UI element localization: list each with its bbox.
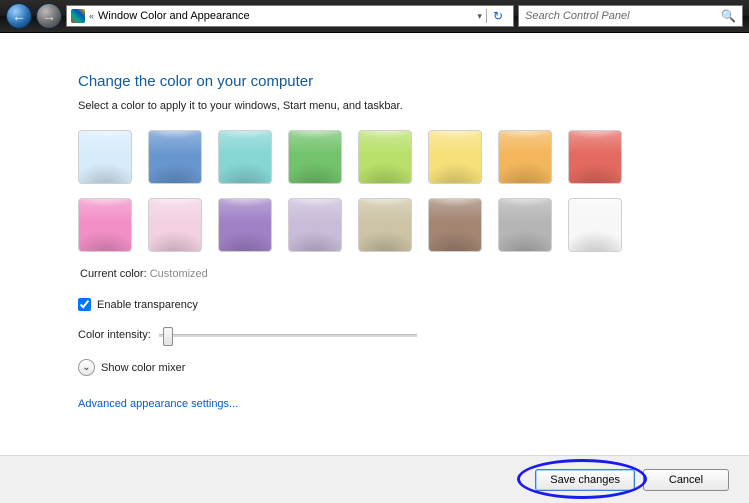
color-swatch-lavender[interactable] [288, 198, 342, 252]
color-swatch-violet[interactable] [218, 198, 272, 252]
page-subtitle: Select a color to apply it to your windo… [78, 100, 749, 112]
color-swatch-grid [78, 130, 668, 252]
search-input[interactable]: Search Control Panel 🔍 [518, 5, 743, 27]
intensity-row: Color intensity: [78, 329, 749, 341]
current-color-value: Customized [150, 268, 208, 280]
color-swatch-blush[interactable] [148, 198, 202, 252]
chevron-down-icon: ⌄ [78, 359, 95, 376]
save-button[interactable]: Save changes [535, 469, 635, 491]
color-swatch-lime[interactable] [358, 130, 412, 184]
search-placeholder: Search Control Panel [525, 10, 630, 22]
color-swatch-sea[interactable] [218, 130, 272, 184]
intensity-thumb[interactable] [163, 327, 173, 346]
color-swatch-sun[interactable] [428, 130, 482, 184]
chevron-down-icon[interactable]: ▾ [477, 11, 482, 22]
color-swatch-chocolate[interactable] [428, 198, 482, 252]
refresh-icon[interactable]: ↻ [486, 9, 509, 23]
footer-bar: Save changes Cancel [0, 455, 749, 503]
current-color-label: Current color: [80, 268, 147, 280]
color-swatch-sky[interactable] [78, 130, 132, 184]
transparency-row: Enable transparency [78, 298, 749, 311]
search-icon: 🔍 [721, 9, 736, 23]
navigation-bar: ← → « Window Color and Appearance ▾ ↻ Se… [0, 0, 749, 33]
advanced-appearance-link[interactable]: Advanced appearance settings... [78, 398, 749, 410]
transparency-checkbox[interactable] [78, 298, 91, 311]
cancel-button[interactable]: Cancel [643, 469, 729, 491]
color-swatch-slate[interactable] [498, 198, 552, 252]
color-swatch-pumpkin[interactable] [498, 130, 552, 184]
color-swatch-fuchsia[interactable] [78, 198, 132, 252]
color-swatch-ruby[interactable] [568, 130, 622, 184]
color-mixer-label: Show color mixer [101, 362, 185, 374]
color-swatch-twilight[interactable] [148, 130, 202, 184]
color-swatch-frost[interactable] [568, 198, 622, 252]
page-content: Change the color on your computer Select… [0, 33, 749, 455]
transparency-label: Enable transparency [97, 299, 198, 311]
forward-button[interactable]: → [36, 3, 62, 29]
chevron-left-icon: « [89, 11, 94, 21]
address-bar[interactable]: « Window Color and Appearance ▾ ↻ [66, 5, 514, 27]
control-panel-icon [71, 9, 85, 23]
current-color-row: Current color: Customized [80, 268, 749, 280]
page-title: Change the color on your computer [78, 73, 749, 90]
color-mixer-row[interactable]: ⌄ Show color mixer [78, 359, 749, 376]
intensity-slider[interactable] [159, 334, 417, 337]
intensity-label: Color intensity: [78, 329, 151, 341]
back-button[interactable]: ← [6, 3, 32, 29]
color-swatch-leaf[interactable] [288, 130, 342, 184]
color-swatch-taupe[interactable] [358, 198, 412, 252]
breadcrumb: Window Color and Appearance [98, 10, 250, 22]
